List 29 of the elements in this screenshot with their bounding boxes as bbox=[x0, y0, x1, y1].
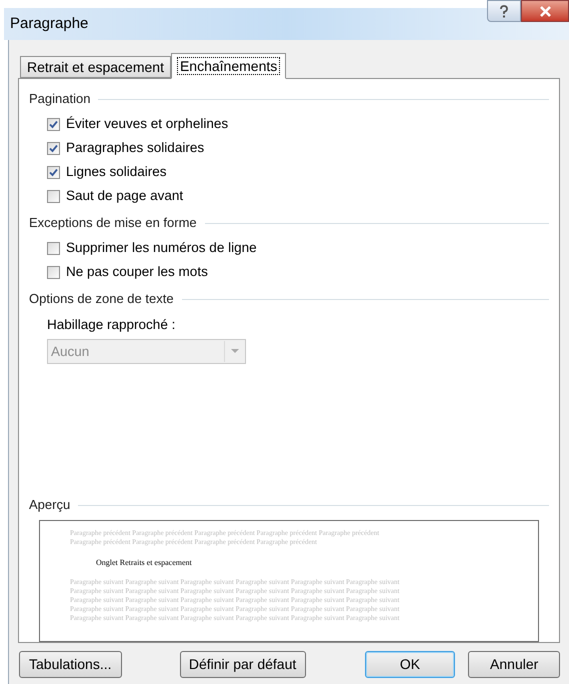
dialog-button[interactable]: Définir par défaut bbox=[180, 651, 306, 678]
checkbox-label: Paragraphes solidaires bbox=[66, 138, 204, 157]
close-icon bbox=[538, 6, 552, 16]
checkbox-label: Supprimer les numéros de ligne bbox=[66, 238, 257, 257]
help-button[interactable] bbox=[487, 0, 521, 22]
group-label: Exceptions de mise en forme bbox=[29, 214, 197, 232]
group-label: Pagination bbox=[29, 90, 90, 108]
dialog-button[interactable]: OK bbox=[364, 651, 456, 678]
checkbox-label: Éviter veuves et orphelines bbox=[66, 114, 228, 133]
checkbox[interactable] bbox=[47, 242, 60, 254]
help-icon bbox=[499, 4, 509, 18]
checkbox[interactable] bbox=[47, 166, 60, 178]
dialog-button[interactable]: Annuler bbox=[468, 651, 560, 678]
field-label: Habillage rapproché : bbox=[47, 316, 176, 334]
group-label: Aperçu bbox=[29, 496, 70, 514]
dialog-button[interactable]: Tabulations... bbox=[19, 651, 122, 678]
checkbox[interactable] bbox=[47, 118, 60, 130]
window-title: Paragraphe bbox=[10, 14, 88, 34]
tab[interactable]: Enchaînements bbox=[170, 53, 286, 79]
group-label: Options de zone de texte bbox=[29, 290, 174, 308]
checkbox[interactable] bbox=[47, 142, 60, 154]
checkbox[interactable] bbox=[47, 190, 60, 202]
checkbox[interactable] bbox=[47, 266, 60, 278]
checkbox-label: Saut de page avant bbox=[66, 186, 184, 205]
close-button[interactable] bbox=[521, 0, 569, 22]
checkbox-label: Ne pas couper les mots bbox=[66, 262, 208, 281]
preview-sample: Onglet Retraits et espacement bbox=[95, 557, 193, 569]
checkbox-label: Lignes solidaires bbox=[66, 162, 167, 181]
tab[interactable]: Retrait et espacement bbox=[20, 56, 171, 78]
